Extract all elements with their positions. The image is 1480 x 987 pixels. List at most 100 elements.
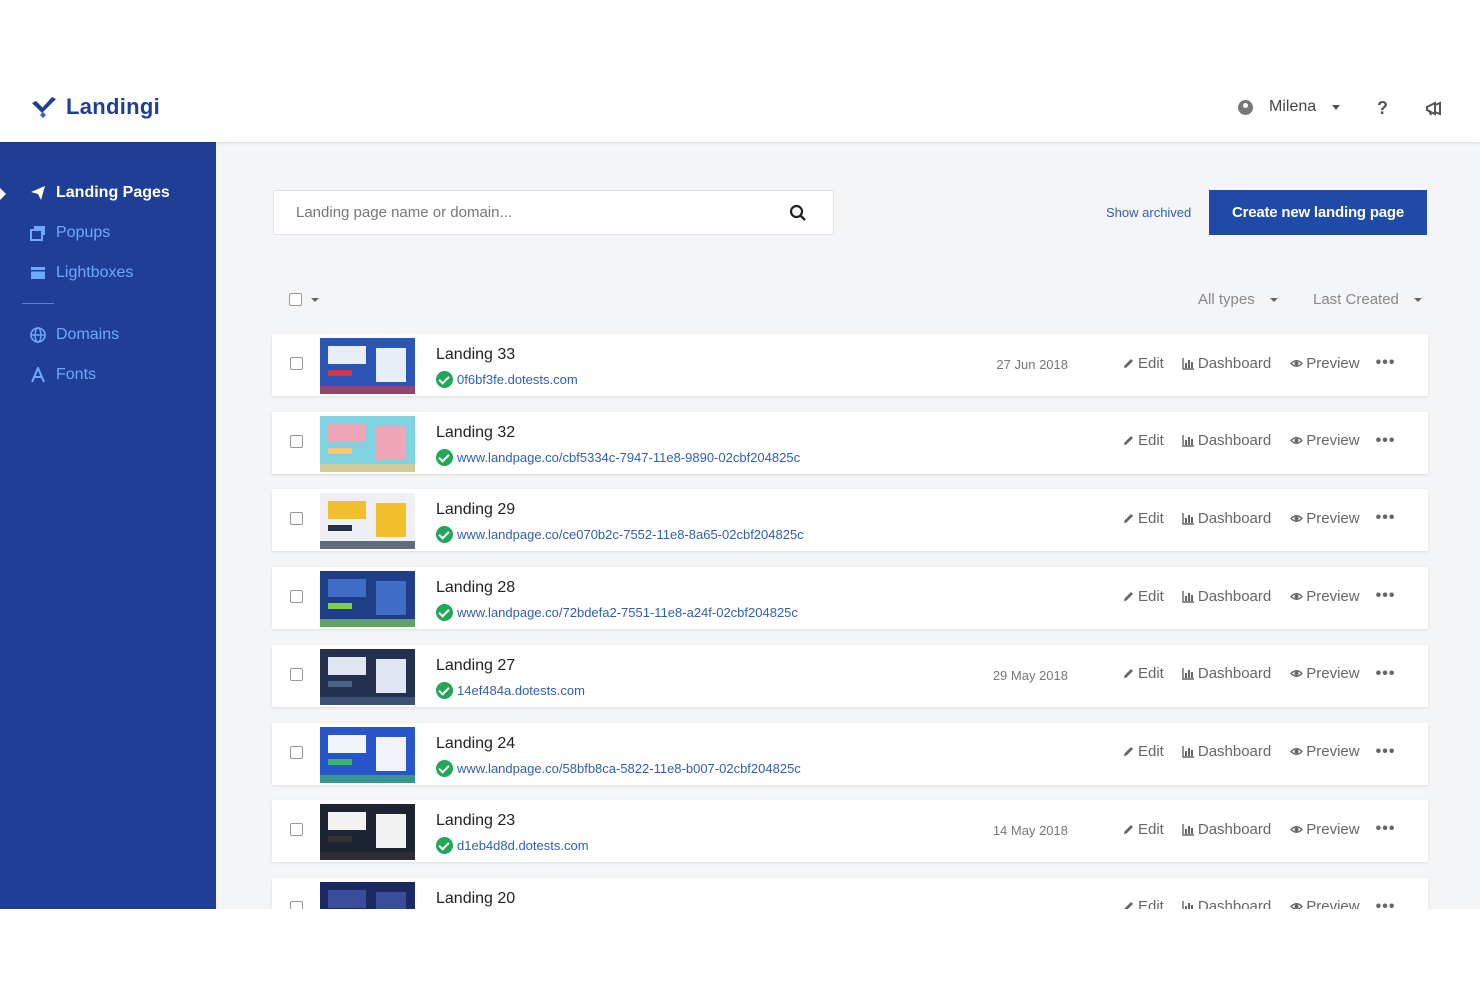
url-text[interactable]: www.landpage.co/ce070b2c-7552-11e8-8a65-…	[457, 527, 804, 542]
edit-button[interactable]: Edit	[1122, 510, 1164, 527]
landing-page-thumbnail[interactable]	[320, 415, 415, 472]
dashboard-button[interactable]: Dashboard	[1182, 743, 1271, 760]
dashboard-button[interactable]: Dashboard	[1182, 898, 1271, 909]
edit-button[interactable]: Edit	[1122, 432, 1164, 449]
popups-icon	[30, 226, 45, 241]
url-text[interactable]: 14ef484a.dotests.com	[457, 683, 585, 698]
table-row[interactable]: Landing 28 www.landpage.co/72bdefa2-7551…	[272, 567, 1428, 630]
edit-button[interactable]: Edit	[1122, 665, 1164, 682]
preview-button[interactable]: Preview	[1290, 510, 1360, 527]
landing-page-url[interactable]: www.landpage.co/ce070b2c-7552-11e8-8a65-…	[436, 526, 804, 544]
table-row[interactable]: Landing 20 Edit Dashboard Preview •••	[272, 877, 1428, 909]
preview-label: Preview	[1306, 820, 1360, 838]
table-row[interactable]: Landing 27 14ef484a.dotests.com 29 May 2…	[272, 644, 1428, 707]
landing-page-thumbnail[interactable]	[320, 648, 415, 705]
more-options-icon[interactable]: •••	[1376, 432, 1396, 450]
url-text[interactable]: d1eb4d8d.dotests.com	[457, 838, 589, 853]
dashboard-button[interactable]: Dashboard	[1182, 432, 1271, 449]
preview-button[interactable]: Preview	[1290, 432, 1360, 449]
edit-button[interactable]: Edit	[1122, 821, 1164, 838]
edit-button[interactable]: Edit	[1122, 898, 1164, 909]
user-menu[interactable]: Milena	[1238, 98, 1341, 116]
landing-page-url[interactable]: 0f6bf3fe.dotests.com	[436, 371, 578, 388]
more-options-icon[interactable]: •••	[1376, 898, 1396, 909]
select-all[interactable]	[289, 293, 319, 306]
table-row[interactable]: Landing 33 0f6bf3fe.dotests.com 27 Jun 2…	[272, 334, 1428, 396]
sidebar-item-lightboxes[interactable]: Lightboxes	[30, 264, 133, 282]
url-text[interactable]: 0f6bf3fe.dotests.com	[457, 372, 578, 387]
row-checkbox[interactable]	[290, 357, 303, 370]
more-options-icon[interactable]: •••	[1376, 587, 1396, 605]
landing-page-thumbnail[interactable]	[320, 571, 415, 628]
table-row[interactable]: Landing 32 www.landpage.co/cbf5334c-7947…	[272, 411, 1428, 474]
landing-page-thumbnail[interactable]	[320, 804, 415, 861]
landing-page-title[interactable]: Landing 33	[436, 346, 515, 364]
chevron-down-icon[interactable]	[311, 297, 319, 302]
landing-page-thumbnail[interactable]	[320, 726, 415, 783]
megaphone-icon[interactable]	[1424, 100, 1444, 118]
dashboard-button[interactable]: Dashboard	[1182, 355, 1271, 372]
edit-button[interactable]: Edit	[1122, 588, 1164, 605]
more-options-icon[interactable]: •••	[1376, 509, 1396, 527]
preview-button[interactable]: Preview	[1290, 588, 1360, 605]
landing-page-url[interactable]: d1eb4d8d.dotests.com	[436, 837, 589, 855]
create-landing-page-button[interactable]: Create new landing page	[1209, 190, 1427, 235]
row-checkbox[interactable]	[290, 823, 303, 837]
landing-page-url[interactable]: 14ef484a.dotests.com	[436, 681, 585, 699]
landing-page-thumbnail[interactable]	[320, 493, 415, 550]
dashboard-label: Dashboard	[1197, 587, 1272, 605]
show-archived-link[interactable]: Show archived	[1106, 205, 1191, 220]
landing-page-title[interactable]: Landing 24	[436, 735, 515, 753]
preview-button[interactable]: Preview	[1290, 820, 1360, 838]
row-checkbox[interactable]	[290, 590, 303, 604]
landing-page-title[interactable]: Landing 23	[436, 812, 515, 830]
preview-button[interactable]: Preview	[1290, 665, 1360, 682]
row-checkbox[interactable]	[290, 900, 303, 909]
help-button[interactable]: ?	[1377, 98, 1388, 119]
landing-page-title[interactable]: Landing 28	[436, 579, 515, 597]
table-row[interactable]: Landing 24 www.landpage.co/58bfb8ca-5822…	[272, 722, 1428, 785]
dashboard-button[interactable]: Dashboard	[1182, 510, 1271, 527]
select-all-checkbox[interactable]	[289, 293, 302, 306]
landing-page-title[interactable]: Landing 20	[436, 890, 515, 908]
sidebar-item-domains[interactable]: Domains	[30, 326, 119, 344]
preview-button[interactable]: Preview	[1290, 743, 1360, 760]
row-checkbox[interactable]	[290, 512, 303, 526]
landing-page-thumbnail[interactable]	[320, 338, 415, 394]
landing-page-title[interactable]: Landing 27	[436, 657, 515, 675]
sidebar-item-popups[interactable]: Popups	[30, 224, 110, 242]
chart-icon	[1182, 512, 1194, 525]
dashboard-button[interactable]: Dashboard	[1182, 821, 1271, 838]
landing-page-title[interactable]: Landing 32	[436, 424, 515, 442]
brand-logo[interactable]: Landingi	[30, 94, 160, 120]
more-options-icon[interactable]: •••	[1376, 354, 1396, 372]
search-icon[interactable]	[789, 204, 807, 222]
search-input[interactable]	[274, 191, 774, 234]
url-text[interactable]: www.landpage.co/58bfb8ca-5822-11e8-b007-…	[457, 761, 801, 776]
url-text[interactable]: www.landpage.co/72bdefa2-7551-11e8-a24f-…	[457, 605, 798, 620]
preview-button[interactable]: Preview	[1290, 355, 1360, 372]
dashboard-button[interactable]: Dashboard	[1182, 665, 1271, 682]
landing-page-thumbnail[interactable]	[320, 881, 415, 909]
row-checkbox[interactable]	[290, 434, 303, 448]
sidebar-item-fonts[interactable]: Fonts	[30, 366, 96, 384]
edit-button[interactable]: Edit	[1122, 355, 1164, 372]
sidebar-item-landing-pages[interactable]: Landing Pages	[30, 184, 170, 202]
row-checkbox[interactable]	[290, 667, 303, 681]
more-options-icon[interactable]: •••	[1376, 820, 1396, 838]
landing-page-url[interactable]: www.landpage.co/cbf5334c-7947-11e8-9890-…	[436, 448, 800, 466]
dashboard-button[interactable]: Dashboard	[1182, 588, 1271, 605]
more-options-icon[interactable]: •••	[1376, 665, 1396, 683]
url-text[interactable]: www.landpage.co/cbf5334c-7947-11e8-9890-…	[457, 450, 800, 465]
sort-filter[interactable]: Last Created	[1313, 291, 1422, 308]
more-options-icon[interactable]: •••	[1376, 743, 1396, 761]
table-row[interactable]: Landing 29 www.landpage.co/ce070b2c-7552…	[272, 489, 1428, 552]
landing-page-title[interactable]: Landing 29	[436, 501, 515, 519]
landing-page-url[interactable]: www.landpage.co/72bdefa2-7551-11e8-a24f-…	[436, 604, 798, 622]
type-filter[interactable]: All types	[1198, 291, 1278, 308]
table-row[interactable]: Landing 23 d1eb4d8d.dotests.com 14 May 2…	[272, 800, 1428, 863]
landing-page-url[interactable]: www.landpage.co/58bfb8ca-5822-11e8-b007-…	[436, 759, 801, 777]
row-checkbox[interactable]	[290, 745, 303, 759]
edit-button[interactable]: Edit	[1122, 743, 1164, 760]
preview-button[interactable]: Preview	[1290, 898, 1360, 909]
